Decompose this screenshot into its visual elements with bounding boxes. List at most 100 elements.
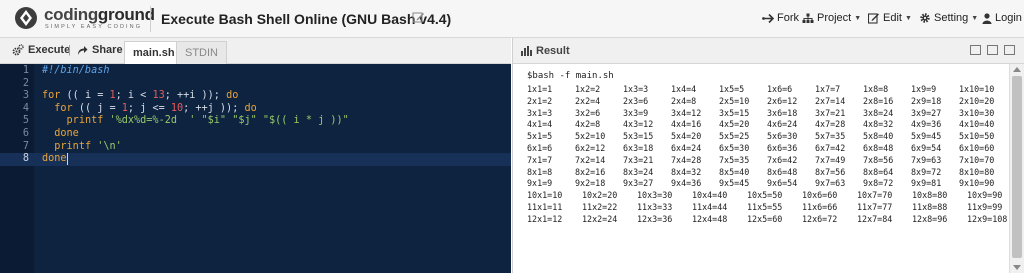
project-menu[interactable]: Project ▼ (802, 12, 861, 24)
code-line[interactable]: 2 (0, 78, 511, 91)
edit-label: Edit (883, 12, 902, 24)
code-line[interactable]: 6 done (0, 128, 511, 141)
share-button[interactable]: Share (77, 44, 123, 56)
output-cell: 6x7=42 (815, 143, 846, 153)
output-cell: 11x1=11 (527, 202, 563, 212)
output-cell: 8x9=72 (911, 166, 942, 177)
scroll-up-icon[interactable] (1013, 67, 1021, 72)
code-line[interactable]: 7 printf '\n' (0, 141, 511, 154)
output-cell: 5x7=35 (815, 131, 846, 142)
code-line[interactable]: 1 #!/bin/bash (0, 65, 511, 78)
edit-menu-icon (868, 13, 879, 24)
result-pane: Result $bash -f main.sh 1x1=1 1x2=2 1x3=3 1… (512, 38, 1024, 273)
output-console[interactable]: $bash -f main.sh 1x1=1 1x2=2 1x3=3 1x4=4 1x5… (513, 64, 1010, 273)
output-cell: 8x4=32 (671, 166, 702, 177)
logo-icon (15, 7, 37, 29)
scrollbar-thumb[interactable] (1012, 76, 1022, 258)
code-line[interactable]: 4 for (( j = 1; j <= 10; ++j )); do (0, 103, 511, 116)
output-cell: 12x8=96 (912, 213, 948, 224)
output-cell: 3x5=15 (719, 107, 750, 118)
output-cell: 7x8=56 (863, 154, 894, 165)
top-header: codingground SIMPLY EASY CODING Execute … (0, 0, 1024, 38)
tab-main-sh[interactable]: main.sh (124, 41, 184, 65)
output-cell: 8x10=80 (959, 166, 995, 177)
output-cell: 10x4=40 (692, 190, 728, 201)
project-label: Project (817, 12, 852, 24)
output-cell: 12x9=108 (967, 213, 1008, 224)
expand-icon[interactable] (1004, 45, 1015, 55)
output-cell: 4x7=28 (815, 119, 846, 130)
output-cell: 5x4=20 (671, 131, 702, 142)
output-cell: 2x4=8 (671, 95, 697, 106)
output-cell: 1x4=4 (671, 84, 697, 94)
output-cell: 4x2=8 (575, 119, 601, 130)
logo-tagline: SIMPLY EASY CODING (45, 24, 143, 30)
output-cell: 2x2=4 (575, 95, 601, 106)
login-label: Login (995, 12, 1022, 24)
output-cell: 8x8=64 (863, 166, 894, 177)
output-cell: 5x5=25 (719, 131, 750, 142)
chevron-down-icon: ▼ (904, 14, 912, 22)
output-cell: 7x10=70 (959, 154, 995, 165)
execute-button[interactable]: Execute (12, 44, 70, 56)
output-cell: 8x1=8 (527, 166, 553, 177)
code-line[interactable]: 5 printf '%dx%d=%-2d ' "$i" "$j" "$(( i … (0, 115, 511, 128)
output-cell: 5x3=15 (623, 131, 654, 142)
share-icon (78, 45, 88, 55)
output-cell: 3x2=6 (575, 107, 601, 118)
code-text: done (54, 128, 79, 139)
output-cell: 6x2=12 (575, 143, 606, 153)
output-cell: 8x7=56 (815, 166, 846, 177)
edit-menu[interactable]: Edit ▼ (868, 12, 912, 24)
scroll-down-icon[interactable] (1013, 265, 1021, 270)
output-cell: 6x9=54 (911, 143, 942, 153)
login-menu[interactable]: Login (982, 12, 1022, 24)
output-cell: 2x8=16 (863, 95, 894, 106)
output-cell: 12x4=48 (692, 213, 728, 224)
output-cell: 2x10=20 (959, 95, 995, 106)
line-number: 3 (22, 90, 29, 102)
output-cell: 2x7=14 (815, 95, 846, 106)
restore-icon[interactable] (987, 45, 998, 55)
output-cell: 9x10=90 (959, 178, 995, 189)
setting-menu[interactable]: Setting ▼ (919, 12, 978, 24)
output-cell: 6x4=24 (671, 143, 702, 153)
collapse-icon[interactable] (970, 45, 981, 55)
logo[interactable]: codingground SIMPLY EASY CODING (14, 5, 155, 33)
editor-toolbar: Execute | Share main.sh STDIN (0, 38, 511, 65)
code-line[interactable]: 8 done (0, 153, 511, 166)
code-text: for (( i = 1; i < 13; ++i )); do (42, 90, 239, 102)
fork-label: Fork (777, 12, 799, 24)
output-scrollbar[interactable] (1009, 64, 1024, 273)
chevron-down-icon: ▼ (971, 14, 979, 22)
edit-title-icon[interactable] (412, 11, 425, 24)
code-editor[interactable]: 1 #!/bin/bash 2 3 for (( i = 1; i < 13; ++i … (0, 64, 511, 273)
result-controls (970, 45, 1015, 55)
output-cell: 12x6=72 (802, 213, 838, 224)
output-cell: 9x1=9 (527, 178, 553, 189)
output-cell: 11x8=88 (912, 202, 948, 212)
output-cell: 5x2=10 (575, 131, 606, 142)
tab-stdin[interactable]: STDIN (176, 41, 227, 64)
output-cell: 5x1=5 (527, 131, 553, 142)
output-cell: 9x7=63 (815, 178, 846, 189)
gear-icon (920, 13, 930, 23)
output-cell: 3x4=12 (671, 107, 702, 118)
output-cell: 12x3=36 (637, 213, 673, 224)
result-toolbar: Result (513, 38, 1024, 64)
output-cell: 1x6=6 (767, 84, 793, 94)
toolbar-separator: | (68, 44, 71, 56)
execute-gear-icon (12, 44, 24, 56)
code-text: printf '%dx%d=%-2d ' "$i" "$j" "$(( i * … (66, 115, 349, 127)
line-number: 5 (22, 115, 29, 127)
output-cell: 10x3=30 (637, 190, 673, 201)
output-cell: 3x1=3 (527, 107, 553, 118)
output-cell: 12x1=12 (527, 213, 563, 224)
output-cell: 8x6=48 (767, 166, 798, 177)
output-cell: 5x10=50 (959, 131, 995, 142)
code-line[interactable]: 3 for (( i = 1; i < 13; ++i )); do (0, 90, 511, 103)
output-cell: 6x6=36 (767, 143, 798, 153)
output-cell: 6x3=18 (623, 143, 654, 153)
fork-menu[interactable]: Fork (762, 12, 799, 24)
output-cell: 1x8=8 (863, 84, 889, 94)
